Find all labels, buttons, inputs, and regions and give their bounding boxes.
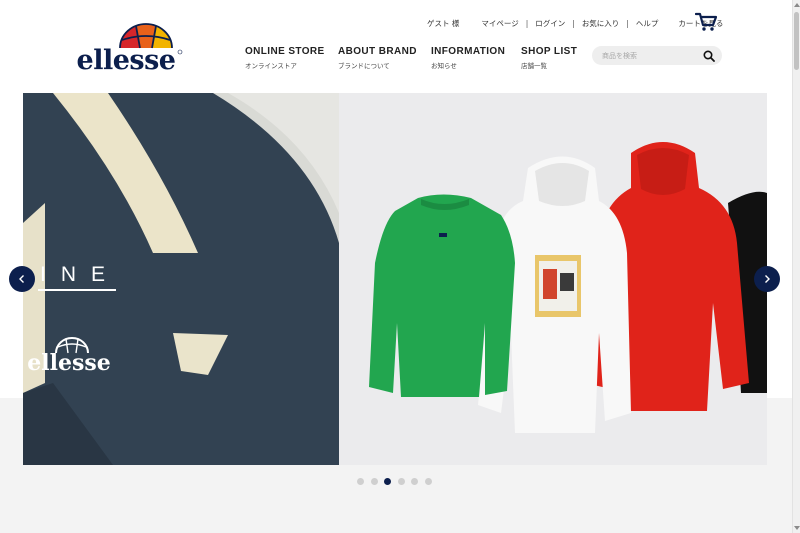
carousel-dot[interactable] [397, 478, 405, 485]
page-scrollbar[interactable] [792, 0, 800, 533]
carousel-dot[interactable] [357, 478, 364, 485]
nav-sublabel: ブランドについて [338, 62, 390, 70]
carousel-next-button[interactable] [754, 266, 780, 292]
scroll-down-icon[interactable] [794, 526, 800, 530]
nav-shop-list[interactable]: SHOP LIST 店舗一覧 [521, 46, 591, 70]
chevron-left-icon [19, 275, 24, 283]
login-link[interactable]: ログイン [535, 18, 565, 29]
nav-label: ONLINE STORE [245, 46, 325, 57]
cart-icon[interactable] [695, 12, 717, 32]
search-box [592, 46, 722, 65]
nav-label: INFORMATION [431, 46, 506, 57]
scroll-up-icon[interactable] [794, 3, 800, 7]
separator: | [572, 18, 575, 28]
ellesse-logo[interactable]: ellesse [66, 22, 186, 74]
nav-about-brand[interactable]: ABOUT BRAND ブランドについて [338, 46, 431, 70]
hero-image [23, 93, 767, 465]
logo-wordmark: ellesse [77, 45, 176, 74]
hero-carousel[interactable]: INE ellesse [23, 93, 767, 465]
carousel-dot[interactable] [370, 478, 378, 485]
carousel-dot[interactable] [384, 478, 391, 485]
hero-headline: INE [40, 263, 121, 286]
mypage-link[interactable]: マイページ [481, 18, 518, 29]
nav-label: ABOUT BRAND [338, 46, 417, 57]
carousel-dot[interactable] [424, 478, 432, 485]
nav-online-store[interactable]: ONLINE STORE オンラインストア [245, 46, 338, 70]
search-input[interactable] [602, 49, 700, 62]
chevron-right-icon [765, 275, 770, 283]
utility-nav: ゲスト 様 マイページ | ログイン | お気に入り | ヘルプ カートを見る [427, 16, 723, 30]
nav-sublabel: お知らせ [431, 62, 457, 70]
hero-logo-wordmark: ellesse [27, 350, 110, 375]
main-nav: ONLINE STORE オンラインストア ABOUT BRAND ブランドにつ… [245, 46, 591, 70]
guest-greeting: ゲスト 様 [427, 18, 460, 28]
separator: | [525, 18, 529, 28]
separator: | [626, 18, 629, 28]
carousel-dot[interactable] [411, 478, 418, 485]
nav-sublabel: 店舗一覧 [521, 62, 547, 70]
search-icon[interactable] [703, 50, 715, 62]
hero-underline [38, 289, 116, 291]
help-link[interactable]: ヘルプ [636, 18, 659, 29]
carousel-prev-button[interactable] [9, 266, 35, 292]
nav-information[interactable]: INFORMATION お知らせ [431, 46, 521, 70]
nav-label: SHOP LIST [521, 46, 578, 57]
nav-sublabel: オンラインストア [245, 62, 297, 70]
carousel-dots [357, 478, 438, 485]
hero-ellesse-logo: ellesse [27, 337, 111, 375]
favorites-link[interactable]: お気に入り [582, 18, 620, 29]
scrollbar-thumb[interactable] [794, 12, 799, 70]
